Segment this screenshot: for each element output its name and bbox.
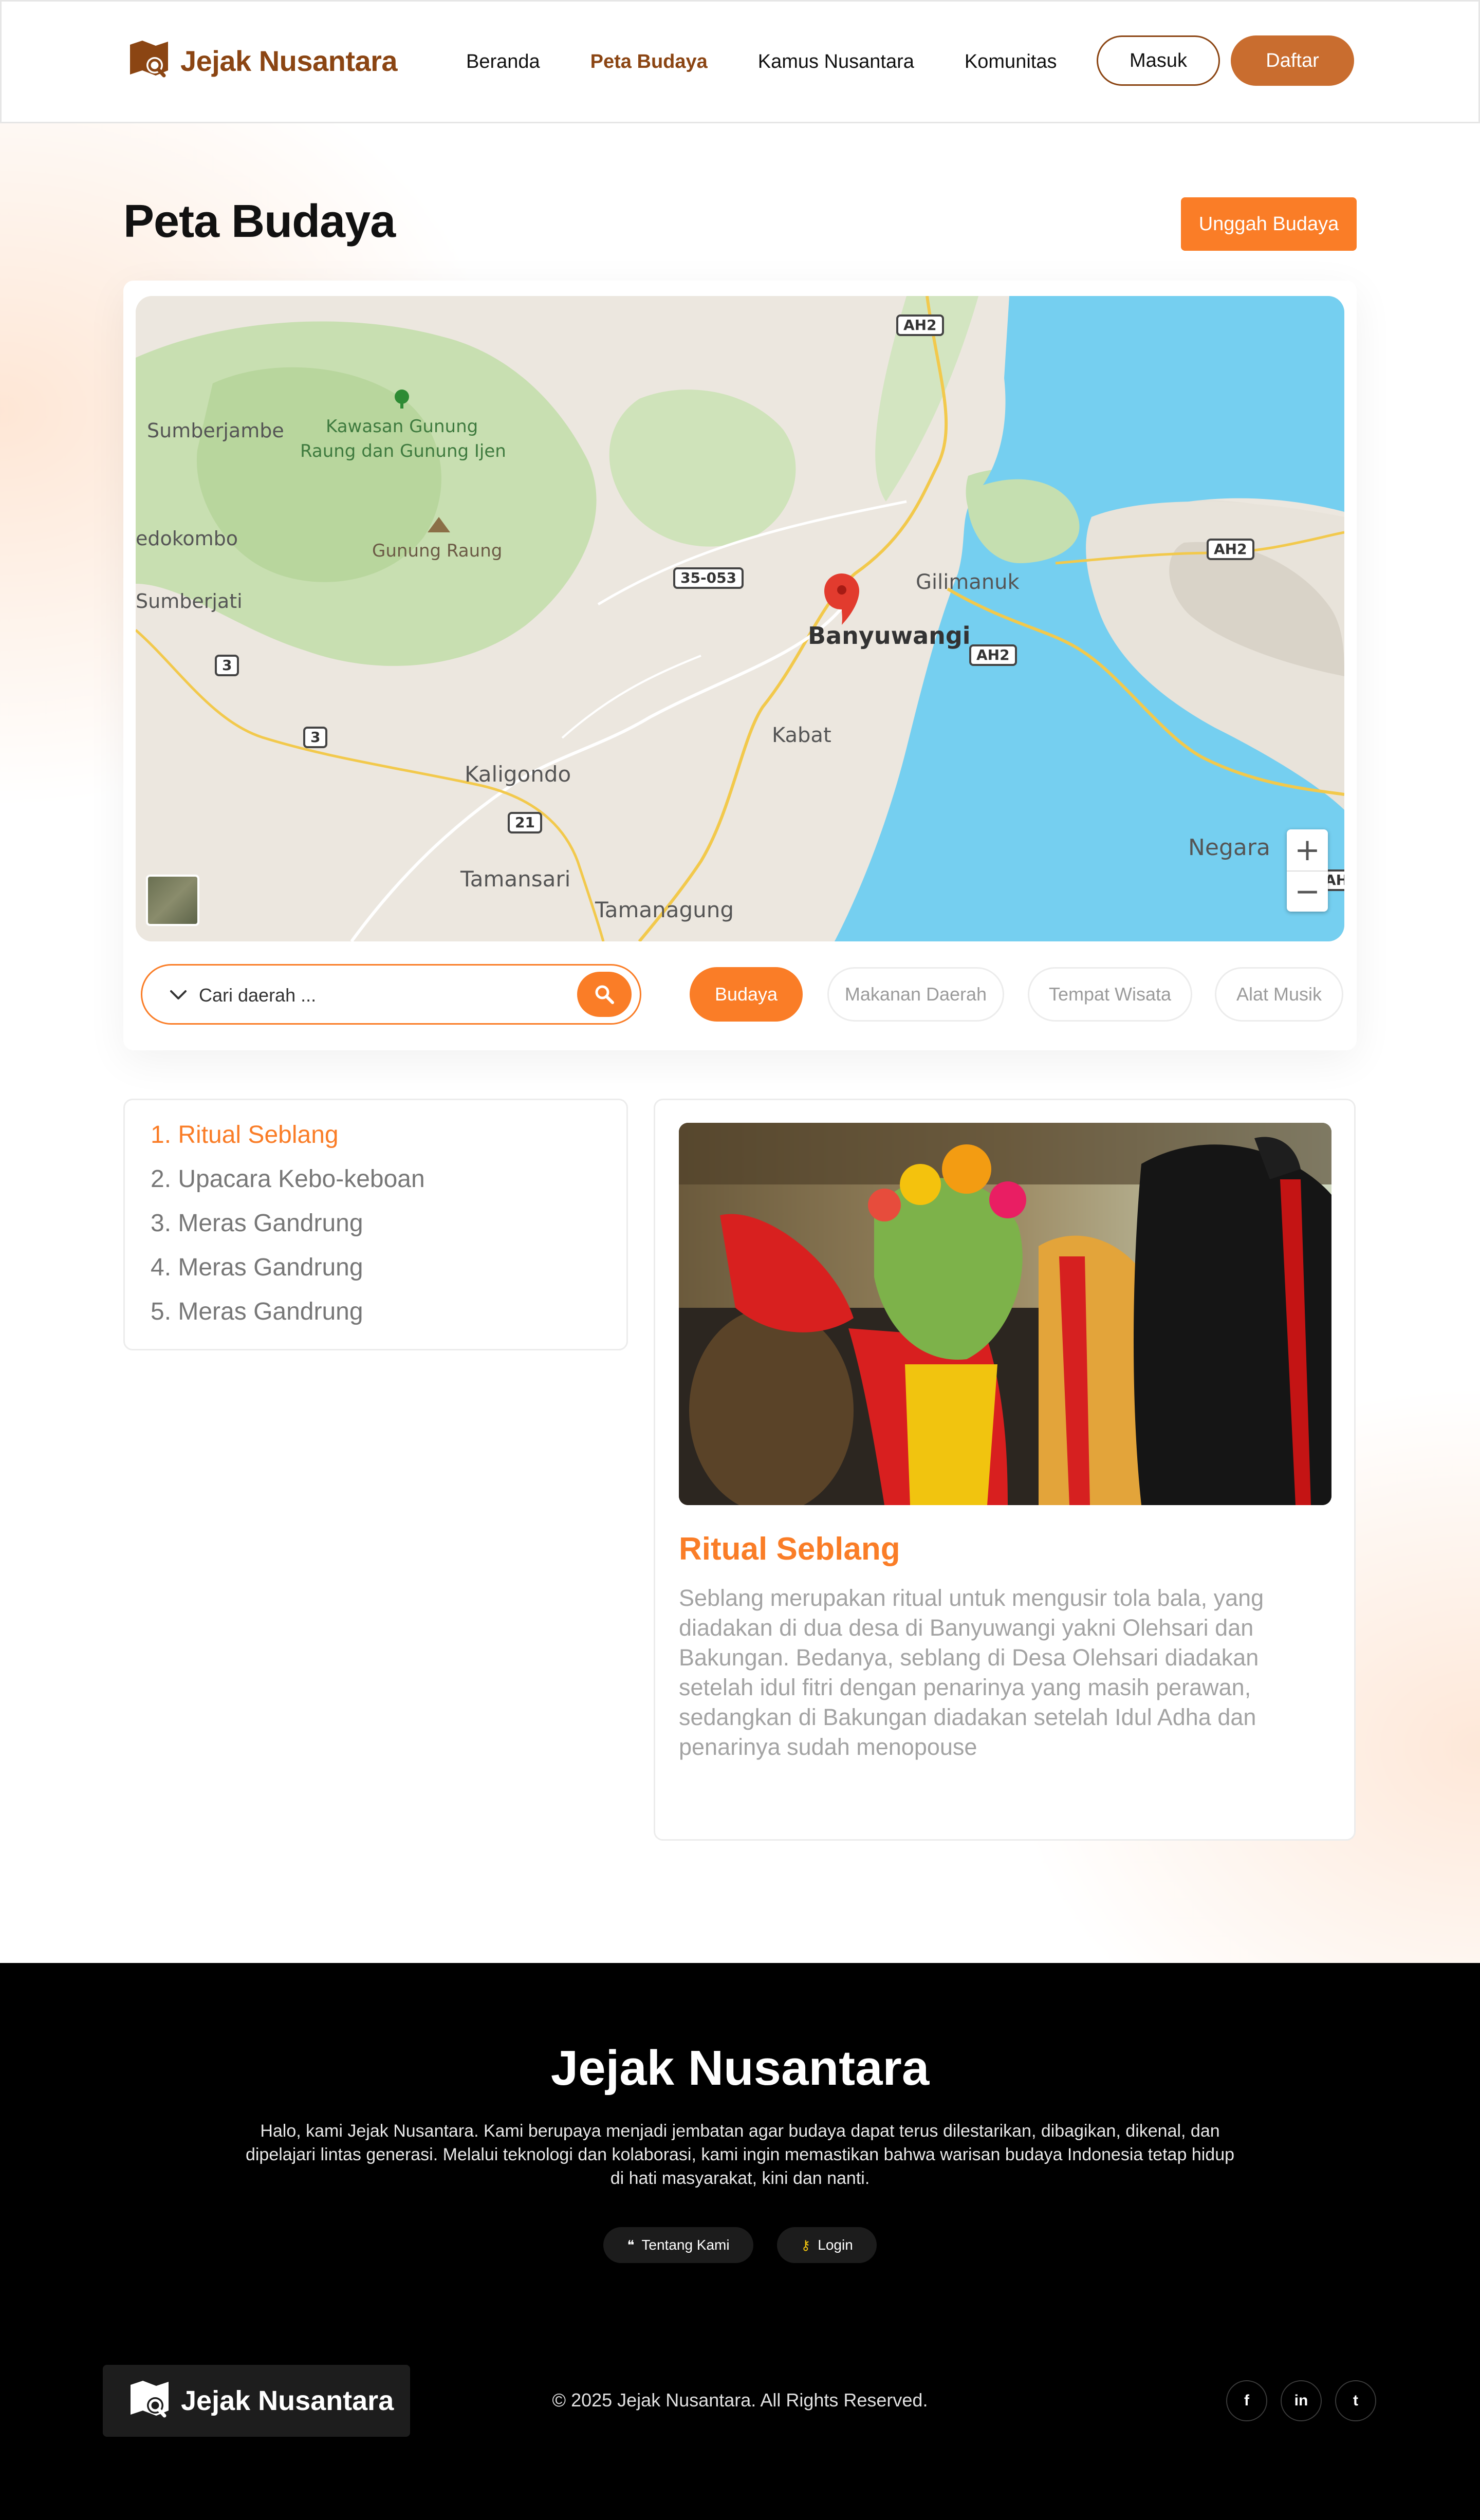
nav-item-peta-budaya[interactable]: Peta Budaya <box>590 51 708 73</box>
footer-link-label: Login <box>818 2237 853 2253</box>
footer: Jejak Nusantara Halo, kami Jejak Nusanta… <box>0 1963 1480 2520</box>
region-search <box>141 964 641 1025</box>
map-base-layer <box>136 296 1344 941</box>
map-search-logo-icon <box>131 2381 169 2418</box>
map-label-negara: Negara <box>1188 835 1270 861</box>
brand-logo[interactable]: Jejak Nusantara <box>128 40 398 82</box>
dancer-photo <box>679 1123 1331 1505</box>
road-shield: AH2 <box>969 644 1017 666</box>
twitter-icon[interactable]: t <box>1335 2380 1376 2421</box>
list-item[interactable]: 2. Upacara Kebo-keboan <box>151 1165 626 1209</box>
linkedin-icon[interactable]: in <box>1281 2380 1322 2421</box>
map-label-banyuwangi: Banyuwangi <box>808 622 971 650</box>
map-label-tamansari: Tamansari <box>460 866 571 892</box>
footer-brand-name: Jejak Nusantara <box>181 2385 394 2416</box>
category-chip-tempat-wisata[interactable]: Tempat Wisata <box>1028 967 1192 1022</box>
map-label-sumberjati: Sumberjati <box>136 590 243 613</box>
page-title: Peta Budaya <box>123 196 396 247</box>
map-label-kawasan: Kawasan Gunung <box>326 416 478 437</box>
footer-brand-logo[interactable]: Jejak Nusantara <box>103 2365 410 2437</box>
category-chip-alat-musik[interactable]: Alat Musik <box>1215 967 1343 1022</box>
footer-link-login[interactable]: ⚷ Login <box>777 2227 877 2263</box>
culture-detail-card: Ritual Seblang Seblang merupakan ritual … <box>654 1099 1356 1841</box>
map-search-logo-icon <box>130 41 168 78</box>
nav-item-kamus-nusantara[interactable]: Kamus Nusantara <box>758 51 914 73</box>
road-shield: AH2 <box>896 314 944 336</box>
map-label-gilimanuk: Gilimanuk <box>916 570 1020 594</box>
upload-culture-button[interactable]: Unggah Budaya <box>1181 197 1357 251</box>
brand-name: Jejak Nusantara <box>180 44 398 77</box>
footer-about-text: Halo, kami Jejak Nusantara. Kami berupay… <box>245 2121 1235 2188</box>
culture-title: Ritual Seblang <box>679 1531 900 1567</box>
map-label-kawasan-2: Raung dan Gunung Ijen <box>300 441 506 461</box>
road-shield: AH2 <box>1207 539 1254 560</box>
map-label-dedokombo: edokombo <box>136 527 238 550</box>
category-chip-makanan-daerah[interactable]: Makanan Daerah <box>827 967 1004 1022</box>
list-item[interactable]: 1. Ritual Seblang <box>151 1121 626 1165</box>
category-chip-budaya[interactable]: Budaya <box>690 967 803 1022</box>
login-button[interactable]: Masuk <box>1097 35 1220 86</box>
nav-item-beranda[interactable]: Beranda <box>466 51 540 73</box>
map-label-tamanagung: Tamanagung <box>595 897 734 922</box>
road-shield: 35-053 <box>673 567 744 589</box>
map-zoom-control: + − <box>1287 829 1328 912</box>
map-layer-toggle[interactable] <box>146 875 199 926</box>
map-label-kabat: Kabat <box>772 724 831 747</box>
road-shield: 3 <box>303 727 328 748</box>
map-label-kaligondo: Kaligondo <box>465 762 571 787</box>
quote-icon: ❝ <box>627 2237 635 2253</box>
footer-title: Jejak Nusantara <box>550 2041 930 2096</box>
nav-item-komunitas[interactable]: Komunitas <box>965 51 1057 73</box>
facebook-icon[interactable]: f <box>1226 2380 1267 2421</box>
search-button[interactable] <box>577 972 632 1017</box>
culture-map[interactable]: Sumberjambe Kawasan Gunung Raung dan Gun… <box>136 296 1344 941</box>
register-button[interactable]: Daftar <box>1231 35 1354 86</box>
chevron-down-icon[interactable] <box>168 986 189 1005</box>
road-shield: 3 <box>215 655 239 676</box>
map-label-gunung-raung: Gunung Raung <box>372 541 503 561</box>
copyright-text: © 2025 Jejak Nusantara. All Rights Reser… <box>552 2389 928 2411</box>
search-icon <box>595 985 614 1004</box>
list-item[interactable]: 4. Meras Gandrung <box>151 1253 626 1298</box>
map-label-sumberjambe: Sumberjambe <box>147 419 284 442</box>
main-nav: Beranda Peta Budaya Kamus Nusantara Komu… <box>466 2 1107 122</box>
zoom-out-button[interactable]: − <box>1287 870 1328 912</box>
road-shield: 21 <box>508 812 542 833</box>
culture-description: Seblang merupakan ritual untuk mengusir … <box>679 1585 1264 1760</box>
footer-link-about[interactable]: ❝ Tentang Kami <box>603 2227 753 2263</box>
culture-list: 1. Ritual Seblang 2. Upacara Kebo-keboan… <box>123 1099 628 1350</box>
list-item[interactable]: 5. Meras Gandrung <box>151 1298 626 1342</box>
top-navbar: Jejak Nusantara Beranda Peta Budaya Kamu… <box>0 0 1480 123</box>
map-card: Sumberjambe Kawasan Gunung Raung dan Gun… <box>123 281 1357 1050</box>
zoom-in-button[interactable]: + <box>1287 829 1328 870</box>
footer-link-label: Tentang Kami <box>641 2237 730 2253</box>
key-icon: ⚷ <box>801 2237 811 2253</box>
culture-photo <box>679 1123 1331 1505</box>
list-item[interactable]: 3. Meras Gandrung <box>151 1209 626 1253</box>
region-search-input[interactable] <box>199 980 559 1011</box>
